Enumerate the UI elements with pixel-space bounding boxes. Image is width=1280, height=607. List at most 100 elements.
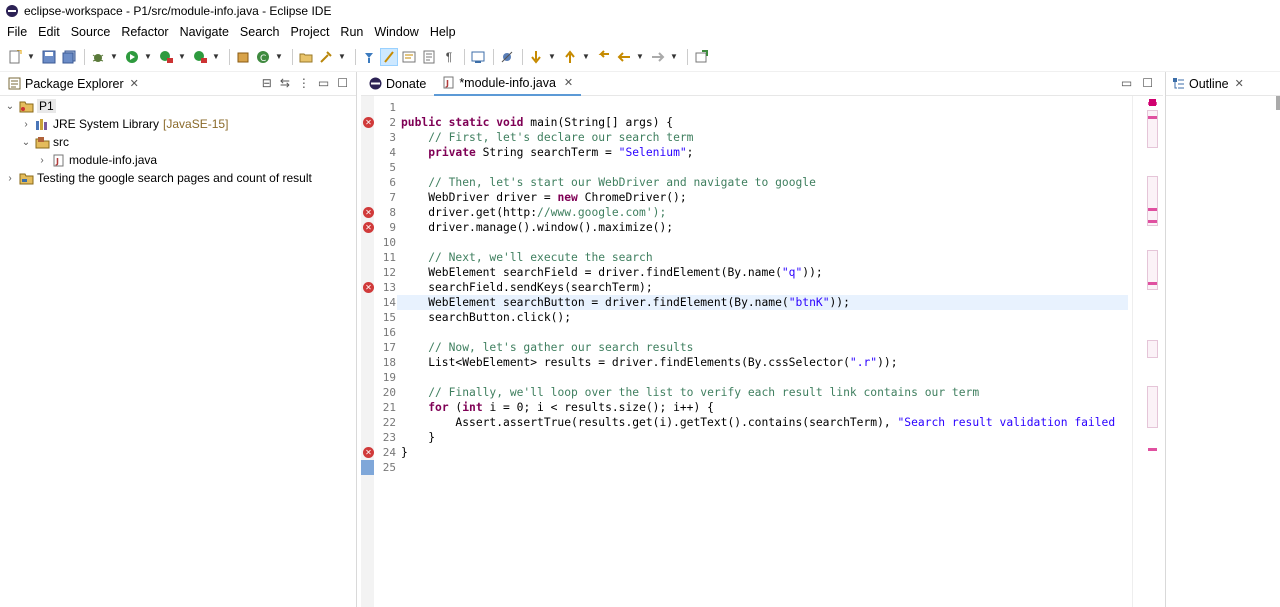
error-marker-icon[interactable]: ✕ [363,222,374,233]
coverage-icon[interactable] [157,48,175,66]
error-overview-marker[interactable] [1148,208,1157,211]
minimize-icon[interactable]: ▭ [1121,76,1132,90]
error-overview-marker[interactable] [1148,282,1157,285]
annotation-ruler[interactable]: ✕ ✕ ✕ ✕ ✕ [361,96,374,607]
line-number: 10 [382,236,396,249]
new-icon[interactable] [6,48,24,66]
line-number: 15 [382,311,396,324]
back-dropdown-icon[interactable]: ▼ [635,48,645,66]
maximize-icon[interactable]: ☐ [337,76,348,90]
toolbar-separator [84,48,85,65]
expanded-chevron-icon[interactable]: ⌄ [20,137,32,148]
forward-icon[interactable] [649,48,667,66]
link-with-editor-icon[interactable]: ⇆ [280,76,290,90]
toolbar-separator [355,48,356,65]
code-line: WebElement searchButton = driver.findEle… [397,295,1128,310]
pin-editor-icon[interactable] [692,48,710,66]
error-status-indicator[interactable] [1149,99,1156,106]
error-overview-marker[interactable] [1148,116,1157,119]
expanded-chevron-icon[interactable]: ⌄ [4,101,16,112]
search-icon[interactable] [317,48,335,66]
tree-item-p1[interactable]: ⌄ P1 [4,97,56,115]
open-type-icon[interactable] [297,48,315,66]
line-number: 9 [389,221,396,234]
run-dropdown-icon[interactable]: ▼ [143,48,153,66]
external-tools-icon[interactable] [191,48,209,66]
debug-icon[interactable] [89,48,107,66]
tree-item-jre-system-library[interactable]: › JRE System Library [JavaSE-15] [20,115,228,133]
menu-navigate[interactable]: Navigate [180,25,229,39]
overview-region[interactable] [1147,386,1158,428]
toggle-breadcrumb-icon[interactable] [360,48,378,66]
block-selection-icon[interactable] [400,48,418,66]
previous-annotation-icon[interactable] [561,48,579,66]
view-menu-icon[interactable]: ⋮ [298,76,310,90]
tab-donate[interactable]: Donate [361,72,434,96]
save-icon[interactable] [40,48,58,66]
close-icon[interactable]: ✕ [564,76,573,89]
menu-window[interactable]: Window [374,25,418,39]
error-overview-marker[interactable] [1148,448,1157,451]
menu-project[interactable]: Project [291,25,330,39]
error-marker-icon[interactable]: ✕ [363,207,374,218]
menu-search[interactable]: Search [240,25,280,39]
back-icon[interactable] [615,48,633,66]
library-icon [35,118,50,131]
tree-item-module-info[interactable]: › J module-info.java [36,151,157,169]
menu-file[interactable]: File [7,25,27,39]
maximize-icon[interactable]: ☐ [1142,76,1153,90]
mark-occurrences-icon[interactable] [380,47,398,66]
last-edit-location-icon[interactable] [595,48,613,66]
collapsed-chevron-icon[interactable]: › [36,155,48,166]
menu-refactor[interactable]: Refactor [121,25,168,39]
main-toolbar: ▼ ▼ ▼ ▼ ▼ C ▼ ▼ ¶ ▼ ▼ ▼ ▼ [0,42,1280,72]
error-overview-marker[interactable] [1148,220,1157,223]
menu-edit[interactable]: Edit [38,25,60,39]
new-java-package-icon[interactable] [234,48,252,66]
coverage-dropdown-icon[interactable]: ▼ [177,48,187,66]
toolbar-separator [229,48,230,65]
new-dropdown-icon[interactable]: ▼ [26,48,36,66]
console-icon[interactable] [469,48,487,66]
save-all-icon[interactable] [60,48,78,66]
run-icon[interactable] [123,48,141,66]
tree-item-src[interactable]: ⌄ src [20,133,69,151]
error-marker-icon[interactable]: ✕ [363,117,374,128]
next-annotation-dropdown-icon[interactable]: ▼ [547,48,557,66]
toolbar-separator [687,48,688,65]
overview-region[interactable] [1147,340,1158,358]
code-line: private String searchTerm = "Selenium"; [428,146,694,159]
menu-help[interactable]: Help [430,25,456,39]
editor-actions: ▭ ☐ [1121,76,1153,90]
minimize-icon[interactable]: ▭ [318,76,329,90]
error-marker-icon[interactable]: ✕ [363,282,374,293]
new-java-class-icon[interactable]: C [254,48,272,66]
new-class-dropdown-icon[interactable]: ▼ [274,48,284,66]
search-dropdown-icon[interactable]: ▼ [337,48,347,66]
overview-region[interactable] [1147,176,1158,226]
code-editor[interactable]: public static void main(String[] args) {… [397,96,1132,607]
menu-run[interactable]: Run [340,25,363,39]
skip-breakpoints-icon[interactable] [498,48,516,66]
tree-item-testing-google-search[interactable]: › Testing the google search pages and co… [4,169,312,187]
line-number: 16 [382,326,396,339]
next-annotation-icon[interactable] [527,48,545,66]
collapsed-chevron-icon[interactable]: › [20,119,32,130]
tab-module-info[interactable]: J *module-info.java ✕ [434,71,582,96]
overview-ruler[interactable] [1132,96,1163,607]
tree-decoration: [JavaSE-15] [163,117,229,131]
line-number: 8 [389,206,396,219]
error-marker-icon[interactable]: ✕ [363,447,374,458]
menu-source[interactable]: Source [71,25,111,39]
close-icon[interactable]: ✕ [130,77,139,90]
pilcrow-icon[interactable]: ¶ [440,48,458,66]
show-whitespace-icon[interactable] [420,48,438,66]
close-icon[interactable]: ✕ [1235,77,1244,90]
debug-dropdown-icon[interactable]: ▼ [109,48,119,66]
forward-dropdown-icon[interactable]: ▼ [669,48,679,66]
collapsed-chevron-icon[interactable]: › [4,173,16,184]
previous-annotation-dropdown-icon[interactable]: ▼ [581,48,591,66]
collapse-all-icon[interactable]: ⊟ [262,76,272,90]
outline-tab[interactable]: Outline ✕ [1166,72,1280,96]
external-tools-dropdown-icon[interactable]: ▼ [211,48,221,66]
